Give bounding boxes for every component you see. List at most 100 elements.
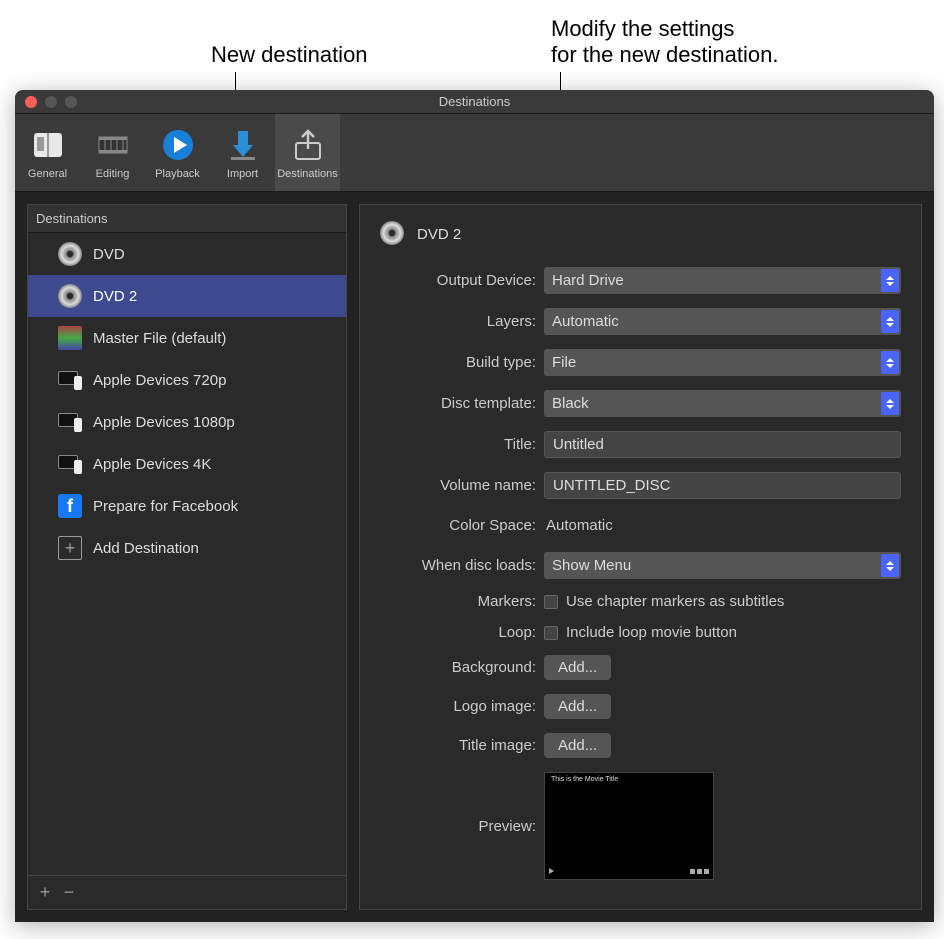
form-label: Preview: (380, 818, 536, 835)
preview-control-icon (704, 869, 709, 874)
volume-name-input[interactable] (544, 472, 901, 499)
row-markers: Markers: Use chapter markers as subtitle… (380, 593, 901, 610)
row-loop: Loop: Include loop movie button (380, 624, 901, 641)
sidebar-item-apple-1080p[interactable]: Apple Devices 1080p (28, 401, 346, 443)
toolbar-editing[interactable]: Editing (80, 114, 145, 191)
loop-checkbox[interactable] (544, 626, 558, 640)
toolbar-label: General (28, 168, 67, 180)
toolbar-label: Destinations (277, 168, 338, 180)
sidebar-item-apple-4k[interactable]: Apple Devices 4K (28, 443, 346, 485)
sidebar-item-dvd2[interactable]: DVD 2 (28, 275, 346, 317)
detail-title: DVD 2 (417, 226, 461, 243)
play-icon (549, 868, 554, 874)
remove-button[interactable]: − (60, 882, 78, 903)
row-output-device: Output Device: Hard Drive (380, 267, 901, 294)
when-disc-loads-select[interactable]: Show Menu (544, 552, 901, 579)
row-logo-image: Logo image: Add... (380, 694, 901, 719)
disc-icon (380, 221, 406, 247)
form-label: Volume name: (380, 477, 536, 494)
sidebar-item-apple-720p[interactable]: Apple Devices 720p (28, 359, 346, 401)
output-device-select[interactable]: Hard Drive (544, 267, 901, 294)
form-label: Loop: (380, 624, 536, 641)
background-add-button[interactable]: Add... (544, 655, 611, 680)
loop-checkbox-label: Include loop movie button (566, 624, 737, 641)
apple-devices-icon (58, 410, 82, 434)
sidebar-footer: + − (28, 875, 346, 909)
toolbar-destinations[interactable]: Destinations (275, 114, 340, 191)
sidebar-item-facebook[interactable]: f Prepare for Facebook (28, 485, 346, 527)
minimize-window-button[interactable] (45, 96, 57, 108)
title-input[interactable] (544, 431, 901, 458)
sidebar-item-dvd[interactable]: DVD (28, 233, 346, 275)
sidebar-item-label: Add Destination (93, 540, 199, 557)
toolbar-import[interactable]: Import (210, 114, 275, 191)
row-build-type: Build type: File (380, 349, 901, 376)
toolbar-label: Editing (96, 168, 130, 180)
sidebar-item-add-destination[interactable]: + Add Destination (28, 527, 346, 569)
sidebar: Destinations DVD DVD 2 Master File (defa… (27, 204, 347, 910)
zoom-window-button[interactable] (65, 96, 77, 108)
sidebar-item-master-file[interactable]: Master File (default) (28, 317, 346, 359)
row-color-space: Color Space: Automatic (380, 513, 901, 538)
apple-devices-icon (58, 452, 82, 476)
toolbar: General Editing Playback Import Destinat… (15, 114, 934, 192)
sidebar-item-label: Apple Devices 4K (93, 456, 211, 473)
sidebar-item-label: DVD 2 (93, 288, 137, 305)
toolbar-label: Playback (155, 168, 200, 180)
sidebar-list: DVD DVD 2 Master File (default) Apple De… (28, 233, 346, 875)
disc-template-select[interactable]: Black (544, 390, 901, 417)
sidebar-item-label: DVD (93, 246, 125, 263)
logo-image-add-button[interactable]: Add... (544, 694, 611, 719)
facebook-icon: f (58, 494, 82, 518)
form-label: Title: (380, 436, 536, 453)
close-window-button[interactable] (25, 96, 37, 108)
detail-panel: DVD 2 Output Device: Hard Drive Layers: … (359, 204, 922, 910)
row-layers: Layers: Automatic (380, 308, 901, 335)
form-label: When disc loads: (380, 557, 536, 574)
color-space-value: Automatic (544, 513, 615, 538)
traffic-lights (15, 96, 77, 108)
preferences-window: Destinations General Editing Playback Im… (15, 90, 934, 922)
editing-icon (94, 126, 132, 164)
row-title: Title: (380, 431, 901, 458)
row-title-image: Title image: Add... (380, 733, 901, 758)
destinations-icon (289, 126, 327, 164)
preview-movie-title: This is the Movie Title (545, 773, 713, 786)
form-label: Build type: (380, 354, 536, 371)
content-area: Destinations DVD DVD 2 Master File (defa… (15, 192, 934, 922)
preview-box: This is the Movie Title (544, 772, 714, 880)
disc-icon (58, 242, 82, 266)
preview-control-icon (697, 869, 702, 874)
titlebar: Destinations (15, 90, 934, 114)
annotation-right: Modify the settings for the new destinat… (551, 16, 778, 68)
form-label: Markers: (380, 593, 536, 610)
general-icon (29, 126, 67, 164)
row-when-disc-loads: When disc loads: Show Menu (380, 552, 901, 579)
playback-icon (159, 126, 197, 164)
preview-controls (549, 866, 709, 876)
import-icon (224, 126, 262, 164)
title-image-add-button[interactable]: Add... (544, 733, 611, 758)
toolbar-playback[interactable]: Playback (145, 114, 210, 191)
sidebar-item-label: Apple Devices 1080p (93, 414, 235, 431)
markers-checkbox[interactable] (544, 595, 558, 609)
preview-control-icon (690, 869, 695, 874)
annotation-left: New destination (211, 42, 368, 68)
sidebar-item-label: Apple Devices 720p (93, 372, 226, 389)
build-type-select[interactable]: File (544, 349, 901, 376)
row-disc-template: Disc template: Black (380, 390, 901, 417)
form-label: Logo image: (380, 698, 536, 715)
toolbar-general[interactable]: General (15, 114, 80, 191)
master-file-icon (58, 326, 82, 350)
add-button[interactable]: + (36, 882, 54, 903)
apple-devices-icon (58, 368, 82, 392)
form-label: Background: (380, 659, 536, 676)
disc-icon (58, 284, 82, 308)
form-label: Color Space: (380, 517, 536, 534)
sidebar-header: Destinations (28, 205, 346, 233)
window-title: Destinations (439, 94, 511, 109)
row-volume-name: Volume name: (380, 472, 901, 499)
form-label: Disc template: (380, 395, 536, 412)
detail-header: DVD 2 (380, 221, 901, 247)
layers-select[interactable]: Automatic (544, 308, 901, 335)
